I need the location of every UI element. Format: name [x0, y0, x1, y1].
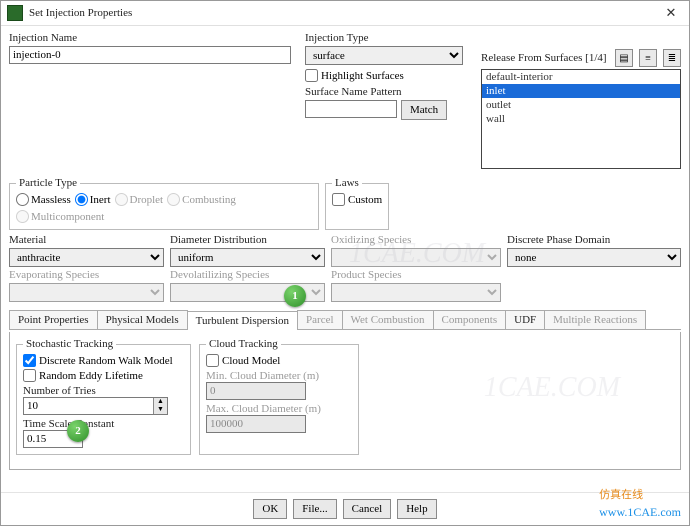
oxid-label: Oxidizing Species: [331, 234, 501, 246]
custom-laws-check[interactable]: Custom: [332, 193, 382, 206]
content-area: Injection Name Injection Type surface Hi…: [1, 26, 689, 492]
radio-inert[interactable]: Inert: [75, 193, 111, 206]
evap-label: Evaporating Species: [9, 269, 164, 281]
tries-input[interactable]: [23, 397, 168, 415]
devol-select: [170, 283, 325, 302]
oxid-select: [331, 248, 501, 267]
stoch-legend: Stochastic Tracking: [23, 338, 116, 350]
cancel-button[interactable]: Cancel: [343, 499, 392, 519]
stochastic-tracking-group: Stochastic Tracking Discrete Random Walk…: [16, 338, 191, 455]
highlight-surfaces-checkbox[interactable]: [305, 69, 318, 82]
injection-name-input[interactable]: [9, 46, 291, 64]
radio-combusting: Combusting: [167, 193, 236, 206]
particle-type-group: Particle Type Massless Inert Droplet Com…: [9, 177, 319, 230]
release-label: Release From Surfaces [1/4]: [481, 52, 609, 64]
rel-check[interactable]: Random Eddy Lifetime: [23, 369, 184, 382]
window-title: Set Injection Properties: [29, 7, 659, 19]
close-button[interactable]: ✕: [659, 5, 683, 21]
prod-select: [331, 283, 501, 302]
ok-button[interactable]: OK: [253, 499, 287, 519]
particle-type-legend: Particle Type: [16, 177, 80, 189]
tab-multiple-reactions: Multiple Reactions: [544, 310, 646, 329]
tab-body: Stochastic Tracking Discrete Random Walk…: [9, 332, 681, 470]
select-all-button[interactable]: ▤: [615, 49, 633, 67]
deselect-button[interactable]: ≣: [663, 49, 681, 67]
max-cloud-label: Max. Cloud Diameter (m): [206, 403, 352, 415]
app-icon: [7, 5, 23, 21]
file-button[interactable]: File...: [293, 499, 336, 519]
radio-massless[interactable]: Massless: [16, 193, 71, 206]
highlight-surfaces-check[interactable]: Highlight Surfaces: [305, 69, 465, 82]
injection-type-select[interactable]: surface: [305, 46, 463, 65]
tab-wet-combustion: Wet Combustion: [342, 310, 434, 329]
tab-point-properties[interactable]: Point Properties: [9, 310, 98, 329]
laws-group: Laws Custom: [325, 177, 389, 230]
dpd-label: Discrete Phase Domain: [507, 234, 681, 246]
release-surfaces-list[interactable]: default-interior inlet outlet wall: [481, 69, 681, 169]
tab-turbulent-dispersion[interactable]: Turbulent Dispersion: [187, 311, 298, 330]
titlebar: Set Injection Properties ✕: [1, 1, 689, 26]
footer: OK File... Cancel Help 仿真在线 www.1CAE.com: [1, 492, 689, 525]
help-button[interactable]: Help: [397, 499, 436, 519]
tabs: Point Properties Physical Models Turbule…: [9, 310, 681, 330]
list-item[interactable]: inlet: [482, 84, 680, 98]
watermark: 仿真在线 www.1CAE.com: [599, 485, 681, 521]
radio-multicomponent: Multicomponent: [16, 210, 104, 223]
list-item[interactable]: wall: [482, 112, 680, 126]
laws-legend: Laws: [332, 177, 362, 189]
rel-checkbox[interactable]: [23, 369, 36, 382]
tries-label: Number of Tries: [23, 385, 184, 397]
tab-physical-models[interactable]: Physical Models: [97, 310, 188, 329]
tab-parcel: Parcel: [297, 310, 342, 329]
injection-name-label: Injection Name: [9, 32, 299, 44]
cloud-tracking-group: Cloud Tracking Cloud Model Min. Cloud Di…: [199, 338, 359, 455]
tsc-label: Time Scale Constant: [23, 418, 184, 430]
devol-label: Devolatilizing Species: [170, 269, 325, 281]
tries-spinner[interactable]: ▲▼: [153, 398, 167, 414]
list-item[interactable]: outlet: [482, 98, 680, 112]
cloud-legend: Cloud Tracking: [206, 338, 281, 350]
diam-dist-select[interactable]: uniform: [170, 248, 325, 267]
tsc-input[interactable]: [23, 430, 83, 448]
prod-label: Product Species: [331, 269, 501, 281]
material-select[interactable]: anthracite: [9, 248, 164, 267]
match-button[interactable]: Match: [401, 100, 447, 120]
toggle-button[interactable]: ≡: [639, 49, 657, 67]
drwm-checkbox[interactable]: [23, 354, 36, 367]
cloud-model-check[interactable]: Cloud Model: [206, 354, 352, 367]
surface-pattern-label: Surface Name Pattern: [305, 86, 465, 98]
injection-type-label: Injection Type: [305, 32, 465, 44]
list-item[interactable]: default-interior: [482, 70, 680, 84]
evap-select: [9, 283, 164, 302]
drwm-check[interactable]: Discrete Random Walk Model: [23, 354, 184, 367]
custom-checkbox[interactable]: [332, 193, 345, 206]
tab-udf[interactable]: UDF: [505, 310, 545, 329]
max-cloud-input: [206, 415, 306, 433]
cloud-model-checkbox[interactable]: [206, 354, 219, 367]
surface-pattern-input[interactable]: [305, 100, 397, 118]
dpd-select[interactable]: none: [507, 248, 681, 267]
min-cloud-label: Min. Cloud Diameter (m): [206, 370, 352, 382]
min-cloud-input: [206, 382, 306, 400]
diam-dist-label: Diameter Distribution: [170, 234, 325, 246]
dialog: Set Injection Properties ✕ Injection Nam…: [0, 0, 690, 526]
material-label: Material: [9, 234, 164, 246]
tab-components: Components: [433, 310, 507, 329]
radio-droplet: Droplet: [115, 193, 164, 206]
